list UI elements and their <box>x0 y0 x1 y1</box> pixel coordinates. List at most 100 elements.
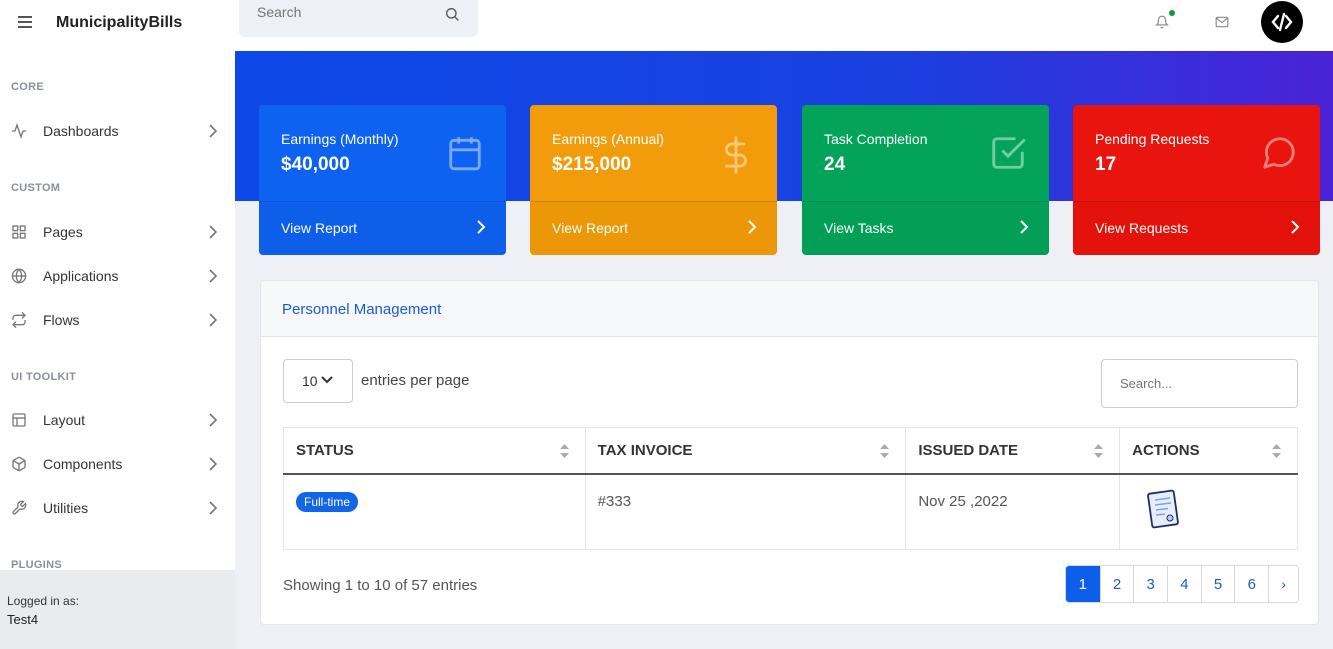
sidebar: CORE Dashboards CUSTOM Pages Application… <box>0 51 235 649</box>
tool-icon <box>12 500 27 515</box>
view-report-annual-link[interactable]: View Report <box>530 201 777 255</box>
card-pending-requests: Pending Requests 17 View Requests <box>1073 105 1320 255</box>
top-navbar: MunicipalityBills <box>0 0 1333 51</box>
card-earnings-annual: Earnings (Annual) $215,000 View Report <box>530 105 777 255</box>
avatar[interactable] <box>1261 1 1303 43</box>
card-link-label: View Requests <box>1095 220 1189 236</box>
sidebar-item-layout[interactable]: Layout <box>0 405 235 435</box>
dollar-icon <box>725 136 747 174</box>
page-button-6[interactable]: 6 <box>1234 566 1269 602</box>
card-earnings-monthly: Earnings (Monthly) $40,000 View Report <box>259 105 506 255</box>
column-label: STATUS <box>296 441 354 459</box>
sidebar-item-label: Layout <box>43 412 86 428</box>
activity-icon <box>11 123 27 139</box>
entries-value: 10 <box>302 373 318 389</box>
page-button-1[interactable]: 1 <box>1066 566 1100 602</box>
page-button-3[interactable]: 3 <box>1133 566 1168 602</box>
column-header-tax-invoice[interactable]: TAX INVOICE <box>584 427 907 475</box>
table-header-row: STATUS TAX INVOICE ISSUED DATE ACTIONS <box>283 427 1298 475</box>
view-report-monthly-link[interactable]: View Report <box>259 201 506 255</box>
sidebar-item-label: Pages <box>43 224 83 240</box>
column-header-issued-date[interactable]: ISSUED DATE <box>905 427 1121 475</box>
pagination: 1 2 3 4 5 6 › <box>1065 565 1300 603</box>
table-search-input[interactable] <box>1120 376 1280 391</box>
column-header-status[interactable]: STATUS <box>283 427 586 475</box>
top-search-input[interactable] <box>257 4 427 20</box>
chevron-right-icon <box>209 457 218 471</box>
personnel-management-panel: Personnel Management 10 entries per page… <box>260 280 1319 625</box>
table-info: Showing 1 to 10 of 57 entries <box>283 577 478 594</box>
card-task-completion: Task Completion 24 View Tasks <box>802 105 1049 255</box>
globe-icon <box>11 268 27 284</box>
mail-icon[interactable] <box>1215 16 1229 28</box>
check-square-icon <box>992 137 1026 169</box>
chevron-right-icon <box>477 220 486 234</box>
chevron-right-icon <box>1020 220 1029 234</box>
sidebar-heading-ui-toolkit: UI TOOLKIT <box>11 371 77 383</box>
table-search-box[interactable] <box>1101 359 1298 408</box>
brand-title[interactable]: MunicipalityBills <box>56 14 182 32</box>
actions-cell <box>1119 473 1298 550</box>
sidebar-item-applications[interactable]: Applications <box>0 261 235 291</box>
sort-icon <box>1272 444 1281 458</box>
chevron-right-icon <box>209 269 218 283</box>
bell-icon[interactable] <box>1155 14 1169 30</box>
logged-in-user: Test4 <box>7 612 39 627</box>
column-header-actions[interactable]: ACTIONS <box>1119 427 1298 475</box>
sidebar-item-pages[interactable]: Pages <box>0 217 235 247</box>
personnel-table: STATUS TAX INVOICE ISSUED DATE ACTIONS F… <box>283 427 1298 550</box>
next-page-button[interactable]: › <box>1268 566 1299 602</box>
chevron-right-icon <box>1291 220 1300 234</box>
sidebar-item-dashboards[interactable]: Dashboards <box>0 116 235 146</box>
view-tasks-link[interactable]: View Tasks <box>802 201 1049 255</box>
page-button-5[interactable]: 5 <box>1200 566 1235 602</box>
card-link-label: View Report <box>281 220 358 236</box>
sidebar-item-label: Dashboards <box>43 123 119 139</box>
card-value: 17 <box>1095 154 1117 175</box>
sidebar-item-flows[interactable]: Flows <box>0 305 235 335</box>
sidebar-heading-core: CORE <box>11 81 44 93</box>
column-label: ISSUED DATE <box>918 441 1019 459</box>
card-value: 24 <box>824 154 846 175</box>
chevron-right-icon <box>209 501 218 515</box>
page-button-2[interactable]: 2 <box>1099 566 1134 602</box>
card-value: $215,000 <box>552 154 632 175</box>
sort-icon <box>880 444 890 458</box>
chevron-right-icon <box>209 313 218 327</box>
sidebar-item-label: Components <box>43 456 123 472</box>
document-icon[interactable] <box>1146 489 1182 531</box>
menu-toggle-icon[interactable] <box>18 16 32 28</box>
chevron-down-icon <box>321 376 333 384</box>
grid-icon <box>12 225 26 239</box>
page-button-4[interactable]: 4 <box>1167 566 1201 602</box>
status-badge: Full-time <box>296 491 359 512</box>
card-title: Earnings (Annual) <box>552 131 665 147</box>
column-label: ACTIONS <box>1132 441 1200 459</box>
tax-invoice-cell: #333 <box>584 473 907 550</box>
sidebar-footer: Logged in as: Test4 <box>0 570 235 649</box>
logged-in-label: Logged in as: <box>7 594 80 608</box>
calendar-icon <box>449 137 481 171</box>
card-link-label: View Report <box>552 220 629 236</box>
sidebar-heading-custom: CUSTOM <box>11 182 61 194</box>
layout-icon <box>12 413 26 427</box>
search-icon[interactable] <box>444 6 460 22</box>
chevron-right-icon <box>748 220 757 234</box>
code-logo-icon <box>1271 12 1293 32</box>
card-title: Pending Requests <box>1095 131 1210 147</box>
view-requests-link[interactable]: View Requests <box>1073 201 1320 255</box>
sidebar-item-components[interactable]: Components <box>0 449 235 479</box>
panel-header: Personnel Management <box>261 281 1318 337</box>
sidebar-item-utilities[interactable]: Utilities <box>0 493 235 523</box>
entries-per-page-select[interactable]: 10 <box>283 359 353 403</box>
card-value: $40,000 <box>281 154 350 175</box>
sidebar-item-label: Applications <box>43 268 119 284</box>
top-search-box[interactable] <box>239 0 478 37</box>
table-row: Full-time #333 Nov 25 ,2022 <box>283 473 1298 550</box>
chevron-right-icon <box>209 124 218 138</box>
sort-icon <box>1094 444 1104 458</box>
sidebar-item-label: Flows <box>43 312 80 328</box>
chevron-right-icon <box>209 225 218 239</box>
message-circle-icon <box>1263 137 1295 169</box>
card-link-label: View Tasks <box>824 220 894 236</box>
